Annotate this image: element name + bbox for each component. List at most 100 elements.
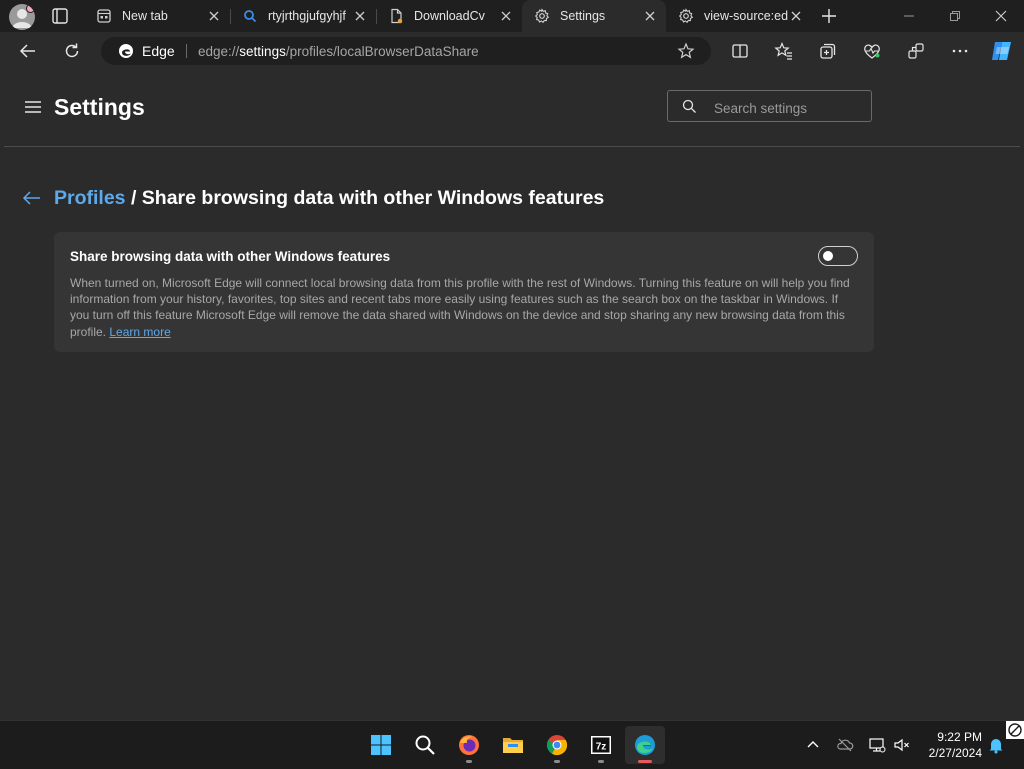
cloud-offline-icon (837, 738, 854, 752)
clock-time: 9:22 PM (937, 730, 982, 744)
extensions-icon (908, 43, 924, 59)
taskbar-edge[interactable] (625, 726, 665, 764)
extensions-button[interactable] (906, 41, 926, 61)
page-title: Share browsing data with other Windows f… (141, 187, 605, 209)
back-to-profiles-button[interactable] (22, 190, 41, 206)
search-icon (415, 735, 435, 755)
restore-icon (950, 11, 960, 21)
share-browsing-data-toggle[interactable] (818, 246, 858, 266)
show-hidden-icons-button[interactable] (804, 736, 822, 754)
restore-button[interactable] (947, 8, 963, 24)
page-heading: Profiles / Share browsing data with othe… (54, 187, 604, 210)
breadcrumb-profiles-link[interactable]: Profiles (54, 187, 126, 209)
network-icon (869, 738, 886, 753)
tab-view-source[interactable]: view-source:ed (666, 0, 812, 32)
tab-label: DownloadCv (414, 9, 485, 23)
tab-strip: New tab rtyjrthgjufgyhjf DownloadCv Sett… (0, 0, 1024, 32)
network-tray-icon[interactable] (868, 736, 886, 754)
settings-header: Settings (4, 70, 1020, 147)
focus-assist-corner[interactable] (1006, 721, 1024, 739)
search-settings-box[interactable] (667, 90, 872, 122)
search-icon (242, 8, 258, 24)
volume-tray-icon[interactable] (893, 736, 911, 754)
url-scheme: edge:// (198, 44, 240, 59)
url-path: /profiles/localBrowserDataShare (285, 44, 479, 59)
close-icon[interactable] (352, 8, 368, 24)
favorite-star-icon[interactable] (677, 42, 695, 60)
profile-avatar[interactable] (9, 4, 35, 30)
favorites-icon (774, 41, 792, 60)
browser-essentials-button[interactable] (862, 41, 882, 61)
system-clock[interactable]: 9:22 PM 2/27/2024 (918, 729, 982, 761)
copilot-button[interactable] (989, 39, 1015, 63)
windows-taskbar: 7z 9:22 PM 2/27/2024 (0, 720, 1024, 769)
taskbar-search-button[interactable] (405, 726, 445, 764)
tab-downloadcv[interactable]: DownloadCv (376, 0, 522, 32)
refresh-button[interactable] (62, 41, 82, 61)
running-indicator (598, 760, 604, 763)
taskbar-firefox[interactable] (449, 726, 489, 764)
notifications-button[interactable] (987, 736, 1005, 754)
do-not-disturb-icon (1006, 721, 1024, 739)
settings-title: Settings (54, 94, 145, 120)
url-text[interactable]: edge://settings/profiles/localBrowserDat… (198, 44, 479, 59)
close-icon[interactable] (498, 8, 514, 24)
favorites-button[interactable] (774, 41, 794, 61)
new-tab-button[interactable] (819, 6, 839, 26)
close-icon[interactable] (642, 8, 658, 24)
setting-description-text: When turned on, Microsoft Edge will conn… (70, 276, 850, 339)
tab-actions-button[interactable] (48, 6, 72, 26)
learn-more-link[interactable]: Learn more (109, 325, 170, 339)
address-divider (186, 44, 187, 58)
setting-title: Share browsing data with other Windows f… (70, 249, 391, 264)
more-dots-icon (952, 49, 968, 53)
minimize-button[interactable] (901, 8, 917, 24)
taskbar-chrome[interactable] (537, 726, 577, 764)
menu-button[interactable] (24, 100, 42, 114)
heart-pulse-icon (864, 44, 880, 59)
running-indicator (638, 760, 652, 763)
address-bar[interactable]: Edge edge://settings/profiles/localBrows… (101, 37, 711, 65)
back-button[interactable] (18, 41, 38, 61)
close-window-button[interactable] (993, 8, 1009, 24)
arrow-left-icon (19, 44, 35, 58)
chrome-icon (546, 735, 568, 756)
copilot-icon (992, 42, 1011, 60)
start-button[interactable] (361, 726, 401, 764)
tab-search-result[interactable]: rtyjrthgjufgyhjf (230, 0, 376, 32)
taskbar-7zip[interactable]: 7z (581, 726, 621, 764)
gear-icon (678, 8, 694, 24)
browser-toolbar: Edge edge://settings/profiles/localBrows… (0, 32, 1024, 70)
arrow-left-icon (22, 191, 40, 205)
clock-date: 2/27/2024 (928, 746, 982, 760)
volume-muted-icon (894, 738, 909, 752)
edge-logo-icon (118, 43, 134, 59)
tab-new-tab[interactable]: New tab (84, 0, 230, 32)
url-host: settings (239, 44, 286, 59)
edge-icon (635, 735, 655, 755)
collections-icon (820, 43, 836, 59)
svg-text:7z: 7z (596, 742, 607, 753)
site-identity-label: Edge (142, 43, 175, 59)
search-settings-input[interactable] (712, 97, 866, 119)
onedrive-tray-icon[interactable] (836, 736, 854, 754)
tab-label: view-source:ed (704, 9, 788, 23)
plus-icon (822, 9, 836, 23)
collections-button[interactable] (818, 41, 838, 61)
hamburger-menu-icon (25, 101, 41, 113)
close-icon[interactable] (788, 8, 804, 24)
tab-settings[interactable]: Settings (522, 0, 666, 32)
split-screen-button[interactable] (730, 41, 750, 61)
split-screen-icon (732, 44, 748, 58)
document-icon (388, 8, 404, 24)
close-icon (995, 10, 1007, 22)
taskbar-file-explorer[interactable] (493, 726, 533, 764)
gear-icon (534, 8, 550, 24)
tab-label: rtyjrthgjufgyhjf (268, 9, 346, 23)
close-icon[interactable] (206, 8, 222, 24)
minimize-icon (904, 15, 914, 17)
breadcrumb-separator: / (125, 187, 142, 209)
tab-actions-icon (52, 8, 68, 24)
tab-label: New tab (122, 9, 168, 23)
more-options-button[interactable] (950, 41, 970, 61)
